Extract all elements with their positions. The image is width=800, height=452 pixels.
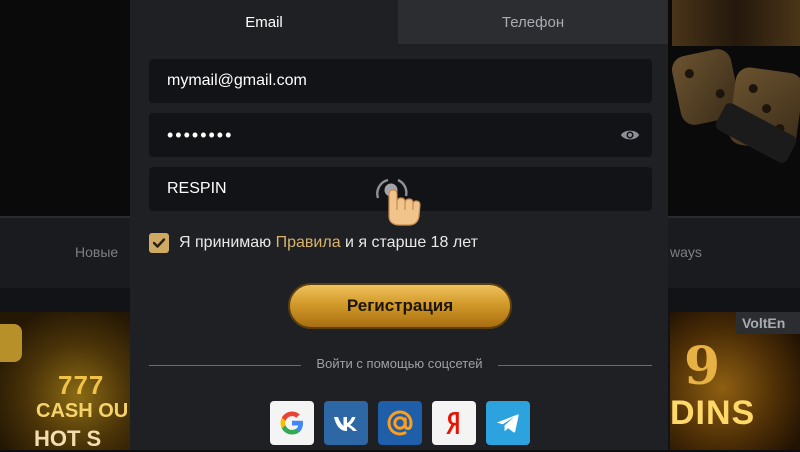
agree-label: Я принимаю Правила и я старше 18 лет xyxy=(179,234,478,252)
yandex-login-button[interactable] xyxy=(432,401,476,445)
password-field-container xyxy=(149,113,652,157)
game-title-line: DINS xyxy=(670,394,756,432)
tab-phone[interactable]: Телефон xyxy=(398,0,668,44)
email-field[interactable] xyxy=(167,72,607,90)
divider-left xyxy=(149,365,301,366)
register-button[interactable]: Регистрация xyxy=(288,283,512,329)
rules-link[interactable]: Правила xyxy=(276,234,341,251)
game-thumbnail-right[interactable]: VoltEn 9 DINS xyxy=(670,312,800,450)
slot-banner-decoration xyxy=(672,0,800,46)
password-field[interactable] xyxy=(167,124,607,146)
google-login-button[interactable] xyxy=(270,401,314,445)
provider-badge-text: VoltEn xyxy=(742,315,786,331)
mail-ru-icon xyxy=(387,410,413,436)
registration-tabs: Email Телефон xyxy=(130,0,668,44)
agree-checkbox[interactable] xyxy=(149,233,169,253)
game-thumbnail-left[interactable]: 777 CASH OU HOT S xyxy=(0,312,130,451)
telegram-icon xyxy=(496,414,519,433)
eye-icon[interactable] xyxy=(620,126,640,144)
social-login-label: Войти с помощью соцсетей xyxy=(316,356,483,371)
google-icon xyxy=(280,411,303,435)
mail-ru-login-button[interactable] xyxy=(378,401,422,445)
nav-item-new[interactable]: Новые xyxy=(75,244,118,260)
game-title-line: HOT S xyxy=(34,426,102,451)
registration-modal: Email Телефон Я принимаю Правила и я ста… xyxy=(130,0,668,450)
vk-icon xyxy=(334,417,357,431)
yandex-icon xyxy=(446,412,459,434)
agree-prefix: Я принимаю xyxy=(179,234,276,251)
provider-badge: VoltEn xyxy=(736,312,800,334)
nav-item-partial[interactable]: ways xyxy=(670,244,702,260)
game-badge xyxy=(0,324,22,362)
game-title-line: CASH OU xyxy=(36,400,129,422)
game-title-line: 777 xyxy=(58,370,105,400)
tab-email[interactable]: Email xyxy=(130,0,398,44)
telegram-login-button[interactable] xyxy=(486,401,530,445)
checkmark-icon xyxy=(152,238,166,248)
game-title-line: 9 xyxy=(684,336,721,397)
tap-hand-icon xyxy=(376,178,421,226)
divider-right xyxy=(498,365,652,366)
email-field-container xyxy=(149,59,652,103)
agree-suffix: и я старше 18 лет xyxy=(340,234,478,251)
vk-login-button[interactable] xyxy=(324,401,368,445)
